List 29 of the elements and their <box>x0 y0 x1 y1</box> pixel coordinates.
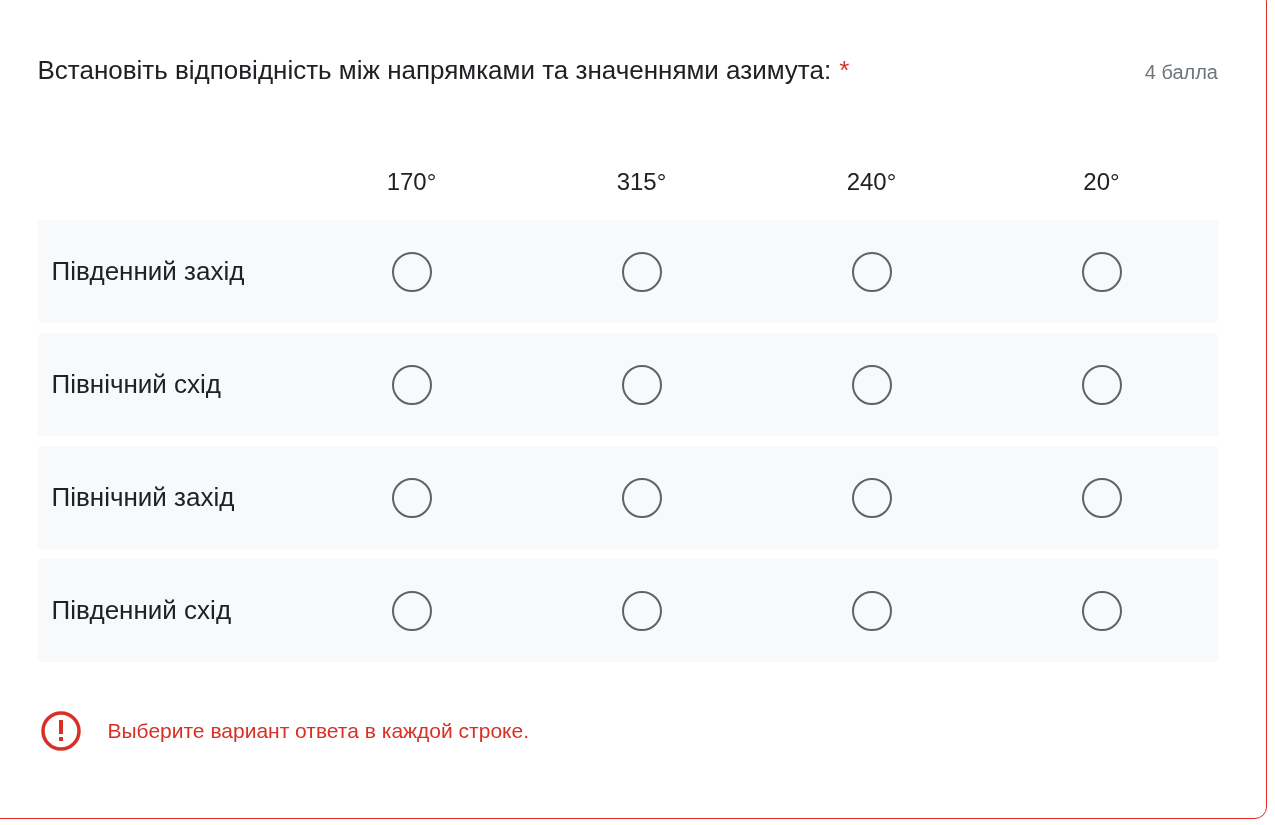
radio-button[interactable] <box>391 590 432 631</box>
radio-button[interactable] <box>621 590 662 631</box>
error-message: Выберите вариант ответа в каждой строке. <box>107 719 530 743</box>
radio-button[interactable] <box>621 251 662 292</box>
error-icon <box>39 710 82 752</box>
radio-button[interactable] <box>1081 590 1122 631</box>
radio-button[interactable] <box>1081 251 1122 292</box>
question-title: Встановіть відповідність між напрямками та значеннями азимута: * <box>37 55 850 86</box>
radio-button[interactable] <box>851 364 892 405</box>
column-header: 20° <box>1083 168 1120 196</box>
required-mark: * <box>839 55 850 85</box>
radio-button[interactable] <box>391 364 432 405</box>
row-label: Північний захід <box>50 482 236 513</box>
row-label: Північний схід <box>50 369 223 400</box>
radio-button[interactable] <box>851 251 892 292</box>
radio-button[interactable] <box>391 477 432 518</box>
radio-button[interactable] <box>621 477 662 518</box>
row-label: Південний захід <box>50 256 246 287</box>
row-label: Південний схід <box>50 595 233 626</box>
points-label: 4 балла <box>1144 61 1218 84</box>
column-header: 170° <box>386 168 437 196</box>
radio-button[interactable] <box>1081 364 1122 405</box>
radio-button[interactable] <box>391 251 432 292</box>
radio-button[interactable] <box>1081 477 1122 518</box>
column-header: 240° <box>846 168 897 196</box>
radio-button[interactable] <box>621 364 662 405</box>
radio-button[interactable] <box>851 477 892 518</box>
column-header: 315° <box>616 168 667 196</box>
radio-button[interactable] <box>851 590 892 631</box>
